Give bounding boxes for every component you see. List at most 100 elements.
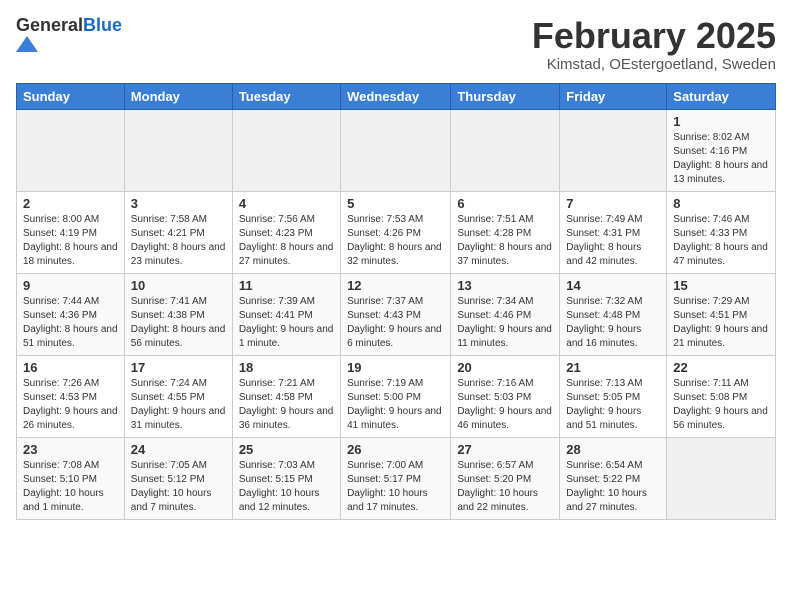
calendar-cell: 8 Sunrise: 7:46 AM Sunset: 4:33 PM Daylig… xyxy=(667,191,776,273)
day-info: Sunrise: 7:21 AM Sunset: 4:58 PM Dayligh… xyxy=(239,377,334,433)
calendar-cell: 6 Sunrise: 7:51 AM Sunset: 4:28 PM Daylig… xyxy=(451,191,560,273)
calendar-cell: 13 Sunrise: 7:34 AM Sunset: 4:46 PM Dayli… xyxy=(451,273,560,355)
page-header: GeneralBlue February 2025 Kimstad, OEste… xyxy=(16,16,776,73)
day-info: Sunrise: 8:02 AM Sunset: 4:16 PM Dayligh… xyxy=(673,131,769,187)
calendar-cell: 21Sunrise: 7:13 AM Sunset: 5:05 PM Dayli… xyxy=(560,355,667,437)
day-number: 19 xyxy=(347,360,444,375)
day-number: 11 xyxy=(239,278,334,293)
weekday-header-row: SundayMondayTuesdayWednesdayThursdayFrid… xyxy=(17,83,776,109)
day-info: Sunrise: 8:00 AM Sunset: 4:19 PM Dayligh… xyxy=(23,213,118,269)
calendar-cell: 23 Sunrise: 7:08 AM Sunset: 5:10 PM Dayli… xyxy=(17,437,125,519)
day-info: Sunrise: 7:26 AM Sunset: 4:53 PM Dayligh… xyxy=(23,377,118,433)
day-info: Sunrise: 7:13 AM Sunset: 5:05 PM Dayligh… xyxy=(566,377,660,433)
day-info: Sunrise: 7:19 AM Sunset: 5:00 PM Dayligh… xyxy=(347,377,444,433)
calendar-table: SundayMondayTuesdayWednesdayThursdayFrid… xyxy=(16,83,776,520)
day-info: Sunrise: 7:29 AM Sunset: 4:51 PM Dayligh… xyxy=(673,295,769,351)
calendar-cell: 11 Sunrise: 7:39 AM Sunset: 4:41 PM Dayli… xyxy=(232,273,340,355)
day-number: 10 xyxy=(131,278,226,293)
calendar-week-1: 1 Sunrise: 8:02 AM Sunset: 4:16 PM Daylig… xyxy=(17,109,776,191)
day-number: 1 xyxy=(673,114,769,129)
weekday-header-friday: Friday xyxy=(560,83,667,109)
day-number: 26 xyxy=(347,442,444,457)
calendar-cell: 27Sunrise: 6:57 AM Sunset: 5:20 PM Dayli… xyxy=(451,437,560,519)
weekday-header-saturday: Saturday xyxy=(667,83,776,109)
day-number: 16 xyxy=(23,360,118,375)
location: Kimstad, OEstergoetland, Sweden xyxy=(532,56,776,73)
day-info: Sunrise: 7:53 AM Sunset: 4:26 PM Dayligh… xyxy=(347,213,444,269)
day-number: 23 xyxy=(23,442,118,457)
calendar-cell xyxy=(232,109,340,191)
day-number: 7 xyxy=(566,196,660,211)
day-info: Sunrise: 7:51 AM Sunset: 4:28 PM Dayligh… xyxy=(457,213,553,269)
weekday-header-thursday: Thursday xyxy=(451,83,560,109)
day-number: 17 xyxy=(131,360,226,375)
day-info: Sunrise: 7:16 AM Sunset: 5:03 PM Dayligh… xyxy=(457,377,553,433)
day-info: Sunrise: 6:57 AM Sunset: 5:20 PM Dayligh… xyxy=(457,459,553,515)
day-number: 12 xyxy=(347,278,444,293)
month-title: February 2025 xyxy=(532,16,776,56)
day-info: Sunrise: 7:44 AM Sunset: 4:36 PM Dayligh… xyxy=(23,295,118,351)
calendar-cell xyxy=(341,109,451,191)
day-info: Sunrise: 7:32 AM Sunset: 4:48 PM Dayligh… xyxy=(566,295,660,351)
day-info: Sunrise: 7:56 AM Sunset: 4:23 PM Dayligh… xyxy=(239,213,334,269)
weekday-header-wednesday: Wednesday xyxy=(341,83,451,109)
calendar-cell: 2Sunrise: 8:00 AM Sunset: 4:19 PM Daylig… xyxy=(17,191,125,273)
calendar-cell xyxy=(560,109,667,191)
day-number: 9 xyxy=(23,278,118,293)
day-number: 8 xyxy=(673,196,769,211)
day-info: Sunrise: 7:41 AM Sunset: 4:38 PM Dayligh… xyxy=(131,295,226,351)
calendar-cell: 20 Sunrise: 7:16 AM Sunset: 5:03 PM Dayli… xyxy=(451,355,560,437)
day-info: Sunrise: 7:05 AM Sunset: 5:12 PM Dayligh… xyxy=(131,459,226,515)
day-number: 24 xyxy=(131,442,226,457)
day-info: Sunrise: 7:37 AM Sunset: 4:43 PM Dayligh… xyxy=(347,295,444,351)
day-number: 20 xyxy=(457,360,553,375)
day-info: Sunrise: 7:58 AM Sunset: 4:21 PM Dayligh… xyxy=(131,213,226,269)
calendar-cell xyxy=(451,109,560,191)
weekday-header-tuesday: Tuesday xyxy=(232,83,340,109)
calendar-cell: 22 Sunrise: 7:11 AM Sunset: 5:08 PM Dayli… xyxy=(667,355,776,437)
day-info: Sunrise: 7:11 AM Sunset: 5:08 PM Dayligh… xyxy=(673,377,769,433)
logo-general: General xyxy=(16,15,83,35)
day-info: Sunrise: 7:39 AM Sunset: 4:41 PM Dayligh… xyxy=(239,295,334,351)
calendar-cell: 26 Sunrise: 7:00 AM Sunset: 5:17 PM Dayli… xyxy=(341,437,451,519)
weekday-header-monday: Monday xyxy=(124,83,232,109)
calendar-week-4: 16 Sunrise: 7:26 AM Sunset: 4:53 PM Dayli… xyxy=(17,355,776,437)
calendar-cell: 5 Sunrise: 7:53 AM Sunset: 4:26 PM Daylig… xyxy=(341,191,451,273)
calendar-cell: 7 Sunrise: 7:49 AM Sunset: 4:31 PM Daylig… xyxy=(560,191,667,273)
day-number: 28 xyxy=(566,442,660,457)
calendar-cell: 14Sunrise: 7:32 AM Sunset: 4:48 PM Dayli… xyxy=(560,273,667,355)
calendar-cell: 25Sunrise: 7:03 AM Sunset: 5:15 PM Dayli… xyxy=(232,437,340,519)
day-number: 13 xyxy=(457,278,553,293)
calendar-week-2: 2Sunrise: 8:00 AM Sunset: 4:19 PM Daylig… xyxy=(17,191,776,273)
calendar-cell: 15Sunrise: 7:29 AM Sunset: 4:51 PM Dayli… xyxy=(667,273,776,355)
calendar-cell: 4 Sunrise: 7:56 AM Sunset: 4:23 PM Daylig… xyxy=(232,191,340,273)
weekday-header-sunday: Sunday xyxy=(17,83,125,109)
day-info: Sunrise: 7:08 AM Sunset: 5:10 PM Dayligh… xyxy=(23,459,118,515)
title-block: February 2025 Kimstad, OEstergoetland, S… xyxy=(532,16,776,73)
calendar-cell: 24 Sunrise: 7:05 AM Sunset: 5:12 PM Dayli… xyxy=(124,437,232,519)
day-number: 4 xyxy=(239,196,334,211)
calendar-cell: 18Sunrise: 7:21 AM Sunset: 4:58 PM Dayli… xyxy=(232,355,340,437)
day-info: Sunrise: 7:34 AM Sunset: 4:46 PM Dayligh… xyxy=(457,295,553,351)
logo-blue: Blue xyxy=(83,15,122,35)
day-number: 22 xyxy=(673,360,769,375)
calendar-week-5: 23 Sunrise: 7:08 AM Sunset: 5:10 PM Dayli… xyxy=(17,437,776,519)
calendar-cell xyxy=(667,437,776,519)
calendar-cell: 10 Sunrise: 7:41 AM Sunset: 4:38 PM Dayli… xyxy=(124,273,232,355)
day-info: Sunrise: 7:24 AM Sunset: 4:55 PM Dayligh… xyxy=(131,377,226,433)
calendar-cell: 9 Sunrise: 7:44 AM Sunset: 4:36 PM Daylig… xyxy=(17,273,125,355)
calendar-week-3: 9 Sunrise: 7:44 AM Sunset: 4:36 PM Daylig… xyxy=(17,273,776,355)
calendar-cell: 12 Sunrise: 7:37 AM Sunset: 4:43 PM Dayli… xyxy=(341,273,451,355)
day-number: 5 xyxy=(347,196,444,211)
day-info: Sunrise: 6:54 AM Sunset: 5:22 PM Dayligh… xyxy=(566,459,660,515)
logo: GeneralBlue xyxy=(16,16,122,52)
calendar-cell: 3Sunrise: 7:58 AM Sunset: 4:21 PM Daylig… xyxy=(124,191,232,273)
day-info: Sunrise: 7:00 AM Sunset: 5:17 PM Dayligh… xyxy=(347,459,444,515)
day-info: Sunrise: 7:03 AM Sunset: 5:15 PM Dayligh… xyxy=(239,459,334,515)
calendar-cell: 17 Sunrise: 7:24 AM Sunset: 4:55 PM Dayli… xyxy=(124,355,232,437)
calendar-cell: 28 Sunrise: 6:54 AM Sunset: 5:22 PM Dayli… xyxy=(560,437,667,519)
day-info: Sunrise: 7:49 AM Sunset: 4:31 PM Dayligh… xyxy=(566,213,660,269)
calendar-cell: 19 Sunrise: 7:19 AM Sunset: 5:00 PM Dayli… xyxy=(341,355,451,437)
day-info: Sunrise: 7:46 AM Sunset: 4:33 PM Dayligh… xyxy=(673,213,769,269)
day-number: 6 xyxy=(457,196,553,211)
